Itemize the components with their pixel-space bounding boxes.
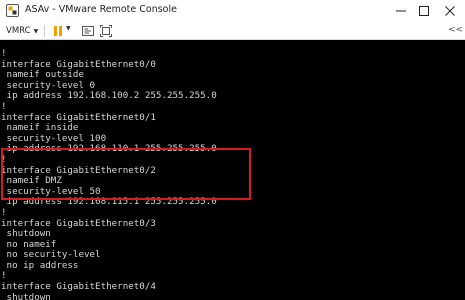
chevron-down-icon: ▼ <box>33 27 39 35</box>
console-line: ! <box>1 206 7 218</box>
vmrc-menu-button[interactable]: VMRC ▼ <box>4 24 40 38</box>
maximize-icon <box>419 6 429 16</box>
toolbar: VMRC ▼ ▼ << <box>0 22 465 40</box>
close-icon <box>445 6 455 16</box>
window-title: ASAv - VMware Remote Console <box>25 4 177 15</box>
fit-to-window-icon <box>100 25 112 37</box>
minimize-icon <box>396 10 406 12</box>
vm-console-screen[interactable]: ! interface GigabitEthernet0/0 nameif out… <box>0 40 465 300</box>
fit-to-window-button[interactable] <box>98 23 114 39</box>
console-line: ! <box>1 48 7 59</box>
collapse-toolbar-icon[interactable]: << <box>448 25 463 35</box>
toolbar-divider <box>44 25 45 37</box>
console-line: shutdown <box>1 291 51 300</box>
console-line: ! <box>1 100 7 112</box>
send-ctrl-alt-del-button[interactable] <box>80 23 96 39</box>
send-ctrl-alt-del-icon <box>82 26 94 36</box>
console-line: ip address 192.168.100.2 255.255.255.0 <box>1 90 217 102</box>
title-bar: ASAv - VMware Remote Console <box>0 0 465 22</box>
maximize-button[interactable] <box>412 0 436 22</box>
pause-button[interactable] <box>50 23 66 39</box>
minimize-button[interactable] <box>389 0 413 22</box>
console-line: no ip address <box>1 259 79 271</box>
vmrc-menu-label: VMRC <box>6 26 31 36</box>
highlight-box <box>1 148 251 200</box>
close-button[interactable] <box>438 0 462 22</box>
pause-icon <box>54 26 62 36</box>
pause-dropdown-icon[interactable]: ▼ <box>66 25 71 32</box>
vmrc-app-icon <box>6 4 19 17</box>
